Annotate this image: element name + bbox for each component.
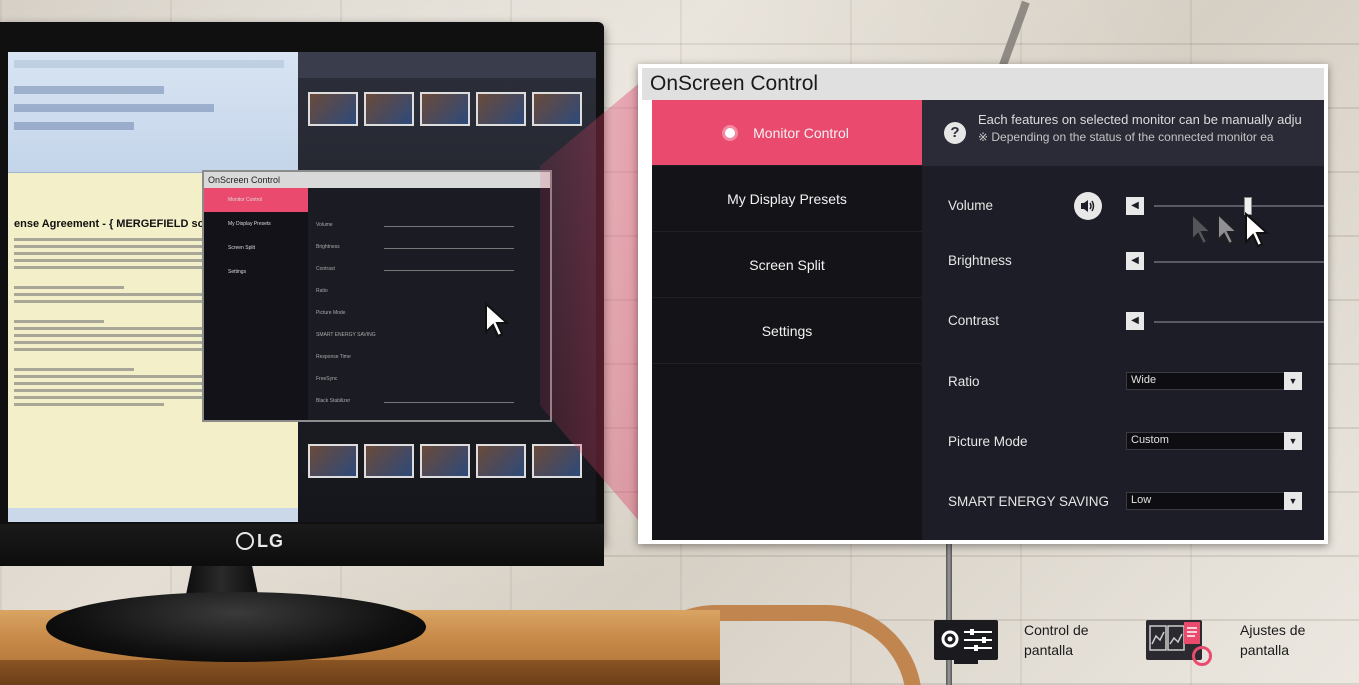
selected-dot-icon (725, 127, 736, 138)
mini-row-label: FreeSync (316, 376, 338, 382)
mini-slider[interactable] (384, 402, 514, 403)
document-status-bar (8, 508, 298, 522)
sidebar-item-my-display-presets[interactable]: My Display Presets (652, 166, 922, 232)
mini-slider[interactable] (384, 226, 514, 227)
smart-energy-saving-value: Low (1131, 494, 1152, 506)
mini-menu: Monitor Control My Display Presets Scree… (204, 188, 308, 420)
brightness-decrease-button[interactable]: ◀ (1126, 252, 1144, 270)
mini-row-label: Black Stabilizer (316, 398, 351, 404)
monitor-control-panel: ? Each features on selected monitor can … (922, 100, 1324, 540)
chevron-down-icon[interactable]: ▼ (1284, 432, 1302, 450)
brightness-slider[interactable] (1154, 261, 1324, 263)
brightness-label: Brightness (948, 253, 1012, 268)
chevron-down-icon[interactable]: ▼ (1284, 372, 1302, 390)
mini-row-label: SMART ENERGY SAVING (316, 332, 376, 338)
sidebar-item-settings[interactable]: Settings (652, 298, 922, 364)
chevron-down-icon[interactable]: ▼ (1284, 492, 1302, 510)
window-title: OnScreen Control (650, 72, 819, 95)
monitor-stand-base (46, 592, 426, 662)
question-icon: ? (944, 122, 966, 144)
mini-slider[interactable] (384, 248, 514, 249)
mini-menu-item[interactable]: Screen Split (204, 236, 308, 260)
monitor-screen: ense Agreement - { MERGEFIELD software } (8, 52, 596, 522)
contrast-decrease-button[interactable]: ◀ (1126, 312, 1144, 330)
smart-energy-saving-label: SMART ENERGY SAVING (948, 494, 1110, 509)
volume-slider[interactable] (1154, 205, 1324, 207)
contrast-slider[interactable] (1154, 321, 1324, 323)
picture-mode-dropdown[interactable]: Custom ▼ (1126, 432, 1302, 450)
speaker-icon[interactable] (1074, 192, 1102, 220)
info-banner: ? Each features on selected monitor can … (922, 100, 1324, 166)
mini-row-label: Volume (316, 222, 333, 228)
mini-row-label: Response Time (316, 354, 351, 360)
picture-mode-label: Picture Mode (948, 434, 1028, 449)
ratio-dropdown[interactable]: Wide ▼ (1126, 372, 1302, 390)
sidebar-item-label: Screen Split (749, 256, 825, 273)
mini-menu-item[interactable]: My Display Presets (204, 212, 308, 236)
volume-decrease-button[interactable]: ◀ (1126, 197, 1144, 215)
smart-energy-saving-dropdown[interactable]: Low ▼ (1126, 492, 1302, 510)
feature-label-screen-settings: Ajustes de pantalla (1240, 622, 1306, 658)
sidebar-item-label: My Display Presets (727, 190, 847, 207)
ratio-value: Wide (1131, 374, 1157, 386)
ratio-label: Ratio (948, 374, 980, 389)
feature-label-monitor-control: Control de pantalla (1024, 622, 1089, 658)
sidebar-menu: Monitor Control My Display Presets Scree… (652, 100, 922, 540)
monitor-control-icon-stand (954, 660, 978, 664)
mini-row-label: Ratio (316, 288, 328, 294)
mini-onscreen-control-window: OnScreen Control Monitor Control My Disp… (202, 170, 552, 422)
mini-slider[interactable] (384, 270, 514, 271)
info-note: ※ Depending on the status of the connect… (978, 130, 1274, 144)
media-toolbar (298, 52, 596, 78)
mini-window-title: OnScreen Control (204, 172, 550, 188)
mini-menu-item[interactable]: Settings (204, 260, 308, 284)
mini-menu-item[interactable]: Monitor Control (204, 188, 308, 212)
title-bar: OnScreen Control (642, 68, 1324, 100)
sidebar-item-label: Monitor Control (753, 124, 849, 141)
desk-edge (0, 660, 720, 685)
picture-mode-value: Custom (1131, 434, 1169, 446)
sidebar-item-monitor-control[interactable]: Monitor Control (652, 100, 922, 166)
onscreen-control-window: OnScreen Control Monitor Control My Disp… (638, 64, 1328, 544)
monitor: ense Agreement - { MERGEFIELD software } (0, 22, 604, 566)
mini-row-label: Brightness (316, 244, 340, 250)
document-ribbon (8, 52, 298, 173)
info-text: Each features on selected monitor can be… (978, 112, 1302, 127)
sidebar-item-label: Settings (761, 322, 813, 339)
contrast-label: Contrast (948, 313, 1000, 328)
lg-logo-icon (236, 532, 254, 550)
magnifier-icon (1192, 646, 1212, 666)
sidebar-item-screen-split[interactable]: Screen Split (652, 232, 922, 298)
monitor-bezel-bottom (0, 524, 604, 566)
mini-row-label: Picture Mode (316, 310, 346, 316)
mini-row-label: Contrast (316, 266, 335, 272)
monitor-control-icon (934, 620, 1014, 668)
volume-label: Volume (948, 198, 994, 213)
lg-logo: LG (236, 531, 284, 552)
